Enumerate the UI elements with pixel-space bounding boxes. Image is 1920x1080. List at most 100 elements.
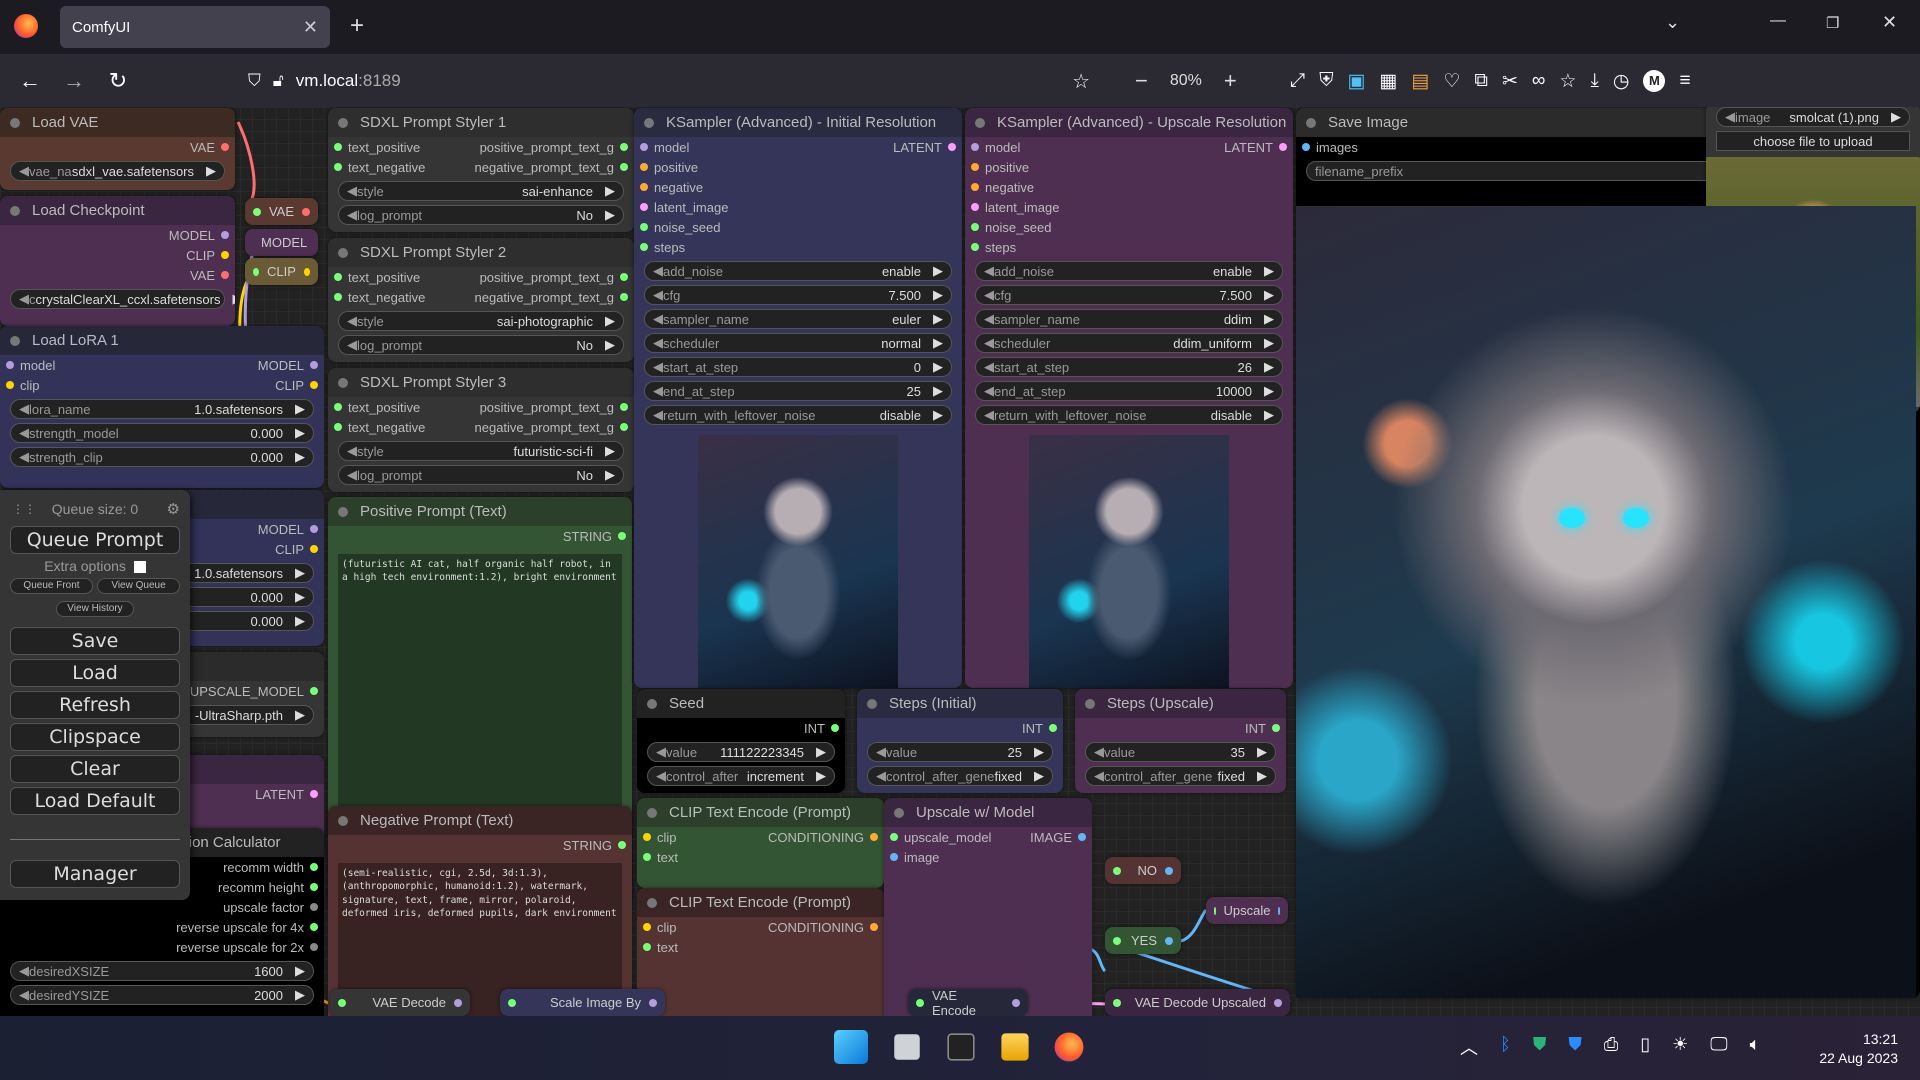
collapse-dot-icon[interactable]	[10, 335, 20, 346]
input-dot-icon[interactable]	[640, 163, 648, 171]
input-slot[interactable]: latent_image	[971, 200, 1059, 215]
increment-arrow-icon[interactable]: ▶	[295, 963, 305, 979]
input-dot-icon[interactable]	[971, 203, 979, 211]
input-slot[interactable]: text_negative	[334, 160, 425, 175]
collapse-dot-icon[interactable]	[338, 815, 348, 826]
output-dot-icon[interactable]	[831, 724, 839, 732]
collapse-dot-icon[interactable]	[1085, 698, 1095, 709]
input-dot-icon[interactable]	[1113, 936, 1121, 945]
decrement-arrow-icon[interactable]: ◀	[653, 407, 663, 423]
increment-arrow-icon[interactable]: ▶	[933, 335, 943, 351]
increment-arrow-icon[interactable]: ▶	[933, 383, 943, 399]
output-dot-icon[interactable]	[310, 381, 318, 389]
decrement-arrow-icon[interactable]: ◀	[876, 744, 886, 760]
increment-arrow-icon[interactable]: ▶	[1034, 768, 1044, 784]
output-dot-icon[interactable]	[310, 525, 318, 533]
widget-scheduler[interactable]: ◀ scheduler normal ▶	[644, 333, 952, 353]
defender-icon[interactable]: ⛊	[1568, 1034, 1582, 1060]
decrement-arrow-icon[interactable]: ◀	[653, 311, 663, 327]
load-button[interactable]: Load	[10, 659, 180, 687]
input-dot-icon[interactable]	[640, 183, 648, 191]
output-slot[interactable]: upscale factor	[223, 900, 318, 915]
node-ks-upscale[interactable]: KSampler (Advanced) - Upscale Resolution…	[965, 108, 1293, 688]
decrement-arrow-icon[interactable]: ◀	[1725, 109, 1735, 125]
input-slot[interactable]: text_negative	[334, 290, 425, 305]
increment-arrow-icon[interactable]: ▶	[605, 443, 615, 459]
widget-strength-clip[interactable]: ◀ strength_clip 0.000 ▶	[10, 447, 314, 467]
input-dot-icon[interactable]	[643, 853, 651, 861]
input-slot[interactable]: steps	[971, 240, 1016, 255]
output-slot[interactable]: INT	[804, 721, 839, 736]
increment-arrow-icon[interactable]: ▶	[1264, 287, 1274, 303]
node-header[interactable]: Load Checkpoint	[0, 196, 235, 225]
decrement-arrow-icon[interactable]: ◀	[984, 287, 994, 303]
output-dot-icon[interactable]	[310, 903, 318, 911]
node-steps-upscale[interactable]: Steps (Upscale) INT ◀ value 35 ▶ ◀ control_af…	[1075, 689, 1286, 793]
output-slot[interactable]: negative_prompt_text_g	[475, 160, 628, 175]
widget-scheduler[interactable]: ◀ scheduler ddim_uniform ▶	[975, 333, 1283, 353]
security-shield-icon[interactable]: ⛊	[1533, 1034, 1547, 1060]
start-icon[interactable]	[834, 1030, 868, 1064]
node-header[interactable]: Positive Prompt (Text)	[328, 497, 632, 526]
input-dot-icon[interactable]	[334, 143, 342, 151]
increment-arrow-icon[interactable]: ▶	[1034, 744, 1044, 760]
decrement-arrow-icon[interactable]: ◀	[653, 383, 663, 399]
increment-arrow-icon[interactable]: ▶	[1264, 263, 1274, 279]
input-slot[interactable]: text_positive	[334, 270, 420, 285]
widget-desiredYSIZE[interactable]: ◀ desiredYSIZE 2000 ▶	[10, 985, 314, 1005]
output-slot[interactable]: LATENT	[255, 787, 318, 802]
output-dot-icon[interactable]	[221, 271, 229, 279]
increment-arrow-icon[interactable]: ▶	[605, 207, 615, 223]
output-dot-icon[interactable]	[221, 143, 229, 151]
decrement-arrow-icon[interactable]: ◀	[653, 335, 663, 351]
input-dot-icon[interactable]	[643, 833, 651, 841]
terminal-icon[interactable]	[947, 1033, 975, 1061]
widget-desiredXSIZE[interactable]: ◀ desiredXSIZE 1600 ▶	[10, 961, 314, 981]
input-slot[interactable]: positive	[971, 160, 1029, 175]
node-vae-decode-up[interactable]: VAE Decode Upscaled	[1105, 989, 1290, 1016]
input-slot[interactable]: clip	[643, 830, 677, 845]
output-dot-icon[interactable]	[618, 532, 626, 540]
widget-add-noise[interactable]: ◀ add_noise enable ▶	[975, 261, 1283, 281]
widget-style[interactable]: ◀ style futuristic-sci-fi ▶	[338, 441, 624, 461]
widget-style[interactable]: ◀ style sai-photographic ▶	[338, 311, 624, 331]
output-dot-icon[interactable]	[310, 923, 318, 931]
node-upscale-model[interactable]: Upscale w/ Model upscale_model IMAGE image	[884, 798, 1092, 1016]
output-slot[interactable]: CONDITIONING	[768, 920, 878, 935]
increment-arrow-icon[interactable]: ▶	[605, 337, 615, 353]
decrement-arrow-icon[interactable]: ◀	[1094, 768, 1104, 784]
input-dot-icon[interactable]	[253, 267, 260, 276]
widget-lora-name[interactable]: ◀ lora_name 1.0.safetensors ▶	[10, 399, 314, 419]
widget-strength-model[interactable]: ◀ strength_model 0.000 ▶	[10, 423, 314, 443]
widget-image[interactable]: ◀ image smolcat (1).png ▶	[1716, 107, 1910, 127]
node-header[interactable]: KSampler (Advanced) - Upscale Resolution	[965, 108, 1293, 137]
input-dot-icon[interactable]	[508, 998, 516, 1007]
input-dot-icon[interactable]	[640, 223, 648, 231]
output-dot-icon[interactable]	[302, 207, 310, 216]
input-dot-icon[interactable]	[890, 853, 898, 861]
node-seed[interactable]: Seed INT ◀ value 111122223345 ▶ ◀ control_aft…	[637, 689, 845, 793]
output-dot-icon[interactable]	[1279, 143, 1287, 151]
decrement-arrow-icon[interactable]: ◀	[984, 407, 994, 423]
decrement-arrow-icon[interactable]: ◀	[19, 963, 29, 979]
input-dot-icon[interactable]	[1113, 866, 1121, 875]
increment-arrow-icon[interactable]: ▶	[206, 163, 216, 179]
decrement-arrow-icon[interactable]: ◀	[19, 401, 29, 417]
widget-log-prompt[interactable]: ◀ log_prompt No ▶	[338, 465, 624, 485]
zoom-level[interactable]: 80%	[1170, 72, 1202, 90]
node-load-vae[interactable]: Load VAE VAE ◀ vae_na sdxl_vae.safetensors ▶	[0, 108, 235, 190]
output-slot[interactable]: CLIP	[275, 542, 318, 557]
queue-prompt-button[interactable]: Queue Prompt	[10, 526, 180, 554]
input-dot-icon[interactable]	[334, 163, 342, 171]
output-dot-icon[interactable]	[870, 923, 878, 931]
input-slot[interactable]: noise_seed	[640, 220, 721, 235]
output-slot[interactable]: INT	[1022, 721, 1057, 736]
ublock-icon[interactable]: ⛨	[1319, 70, 1333, 92]
extensions-icon[interactable]: ⧉	[1474, 70, 1488, 92]
output-dot-icon[interactable]	[310, 943, 318, 951]
output-dot-icon[interactable]	[620, 273, 628, 281]
increment-arrow-icon[interactable]: ▶	[605, 313, 615, 329]
input-slot[interactable]: upscale_model	[890, 830, 991, 845]
zoom-out-icon[interactable]: −	[1135, 68, 1148, 94]
output-dot-icon[interactable]	[303, 267, 310, 276]
